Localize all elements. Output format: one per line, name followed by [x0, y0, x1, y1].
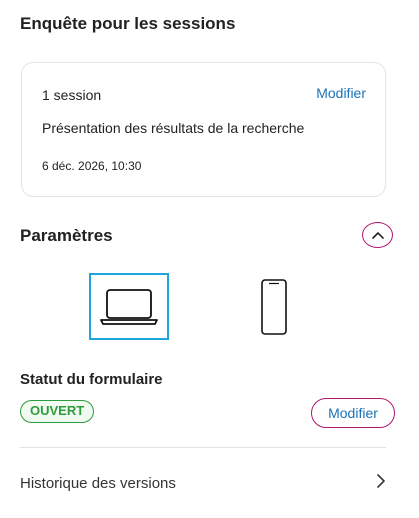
laptop-icon: [100, 288, 158, 325]
divider: [20, 447, 386, 448]
form-status-label: Statut du formulaire: [20, 371, 163, 388]
session-datetime: 6 déc. 2026, 10:30: [42, 159, 142, 173]
survey-title: Enquête pour les sessions: [20, 14, 236, 33]
status-badge: OUVERT: [20, 400, 95, 423]
parameters-collapse-button[interactable]: [362, 222, 393, 248]
session-count: 1 session: [42, 87, 102, 103]
status-modify-button[interactable]: Modifier: [311, 398, 395, 428]
device-desktop-option[interactable]: [89, 273, 169, 340]
version-history-label: Historique des versions: [20, 475, 176, 492]
version-history-row[interactable]: Historique des versions: [20, 467, 388, 497]
chevron-up-icon: [371, 231, 384, 239]
mobile-phone-icon: [261, 279, 287, 335]
parameters-title: Paramètres: [20, 226, 113, 245]
session-modify-link[interactable]: Modifier: [316, 85, 366, 101]
session-card: 1 session Modifier Présentation des résu…: [21, 62, 386, 197]
chevron-right-icon: [377, 474, 385, 488]
device-mobile-option[interactable]: [254, 277, 294, 337]
session-title: Présentation des résultats de la recherc…: [42, 120, 305, 136]
